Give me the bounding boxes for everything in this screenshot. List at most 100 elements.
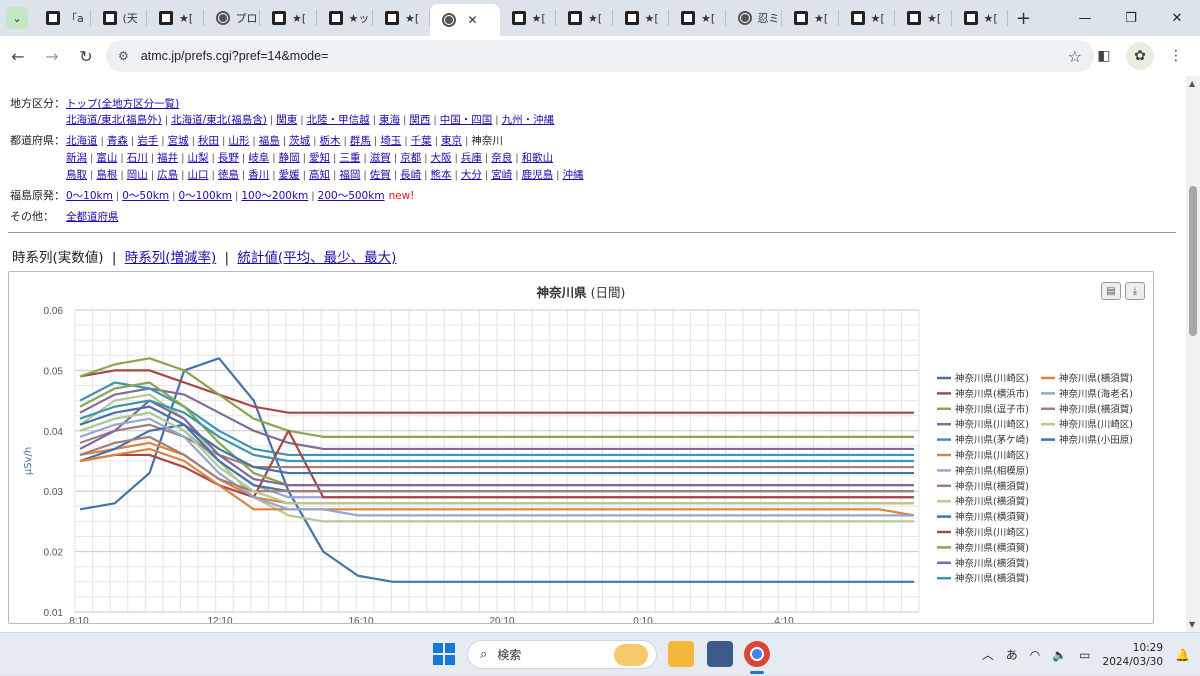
nav-link[interactable]: 茨城	[289, 135, 310, 147]
volume-icon[interactable]: 🔈	[1052, 648, 1067, 662]
nav-link[interactable]: 滋賀	[370, 152, 391, 164]
tab-close-icon[interactable]: ✕	[468, 13, 478, 27]
nav-link[interactable]: トップ(全地方区分一覧)	[66, 98, 179, 110]
legend-item[interactable]: 神奈川県(川崎区)	[955, 527, 1029, 539]
taskbar-search[interactable]: ⌕ 検索	[467, 640, 657, 669]
nav-link[interactable]: 長崎	[400, 169, 421, 181]
browser-tab[interactable]: ★[	[839, 0, 896, 36]
nav-link[interactable]: 和歌山	[522, 152, 554, 164]
nav-link[interactable]: 富山	[96, 152, 117, 164]
nav-link[interactable]: 熊本	[431, 169, 452, 181]
nav-link[interactable]: 関西	[409, 114, 430, 126]
legend-item[interactable]: 神奈川県(川崎区)	[1059, 419, 1133, 431]
new-tab-button[interactable]: +	[1016, 8, 1036, 29]
legend-item[interactable]: 神奈川県(川崎区)	[955, 373, 1029, 385]
nav-link[interactable]: 秋田	[198, 135, 219, 147]
page-scrollbar[interactable]: ▲ ▼	[1186, 76, 1200, 632]
legend-item[interactable]: 神奈川県(横須賀)	[1059, 403, 1133, 415]
nav-link[interactable]: 兵庫	[461, 152, 482, 164]
nav-link[interactable]: 山形	[228, 135, 249, 147]
nav-link[interactable]: 九州・沖縄	[502, 114, 555, 126]
browser-tab[interactable]: ★[	[782, 0, 839, 36]
nav-link[interactable]: 0～50km	[122, 190, 169, 202]
chrome-icon[interactable]	[744, 641, 770, 667]
browser-tab[interactable]: ★[	[147, 0, 204, 36]
nav-link[interactable]: 全都道府県	[66, 211, 119, 223]
browser-tab[interactable]: (天	[91, 0, 148, 36]
print-icon[interactable]: ▤	[1101, 282, 1121, 300]
download-icon[interactable]: ⤓	[1125, 282, 1145, 300]
nav-link[interactable]: 200～500km	[318, 190, 385, 202]
legend-item[interactable]: 神奈川県(逗子市)	[955, 403, 1029, 415]
nav-link[interactable]: 福島	[259, 135, 280, 147]
nav-link[interactable]: 岐阜	[248, 152, 269, 164]
nav-link[interactable]: 栃木	[320, 135, 341, 147]
legend-item[interactable]: 神奈川県(横須賀)	[955, 542, 1029, 554]
browser-tab[interactable]: ★[	[613, 0, 670, 36]
nav-link[interactable]: 三重	[339, 152, 360, 164]
profile-avatar-icon[interactable]: ✿	[1126, 42, 1154, 70]
nav-link[interactable]: 広島	[157, 169, 178, 181]
tab-search-button[interactable]: ⌄	[6, 7, 28, 29]
nav-link[interactable]: 関東	[276, 114, 297, 126]
windows-start-icon[interactable]	[433, 643, 455, 665]
legend-item[interactable]: 神奈川県(茅ケ崎)	[955, 434, 1029, 446]
nav-link[interactable]: 山口	[188, 169, 209, 181]
nav-link[interactable]: 福岡	[339, 169, 360, 181]
minimize-icon[interactable]: —	[1062, 11, 1108, 26]
bookmark-star-icon[interactable]: ☆	[1068, 47, 1082, 66]
nav-link[interactable]: 徳島	[218, 169, 239, 181]
nav-link[interactable]: 北陸・甲信越	[307, 114, 370, 126]
browser-tab[interactable]: ★ッ	[317, 0, 374, 36]
nav-link[interactable]: 東海	[379, 114, 400, 126]
close-icon[interactable]: ✕	[1154, 11, 1200, 26]
legend-item[interactable]: 神奈川県(横須賀)	[955, 496, 1029, 508]
nav-link[interactable]: 鹿児島	[522, 169, 554, 181]
nav-link[interactable]: 0～10km	[66, 190, 113, 202]
nav-link[interactable]: 佐賀	[370, 169, 391, 181]
address-bar[interactable]: ⚙ atmc.jp/prefs.cgi?pref=14&mode= ☆	[106, 40, 1094, 72]
browser-tab[interactable]: ✕	[429, 4, 500, 36]
nav-link[interactable]: 大阪	[431, 152, 452, 164]
forward-icon[interactable]: →	[36, 40, 68, 72]
browser-tab[interactable]: ★[	[556, 0, 613, 36]
site-info-icon[interactable]: ⚙	[118, 49, 129, 63]
nav-link[interactable]: 埼玉	[380, 135, 401, 147]
reload-icon[interactable]: ↻	[70, 40, 102, 72]
notification-bell-icon[interactable]: 🔔	[1175, 648, 1190, 662]
scroll-down-icon[interactable]: ▼	[1189, 620, 1195, 629]
nav-link[interactable]: 群馬	[350, 135, 371, 147]
nav-link[interactable]: 愛知	[309, 152, 330, 164]
nav-link[interactable]: 沖縄	[563, 169, 584, 181]
browser-tab[interactable]: ★[	[260, 0, 317, 36]
nav-link[interactable]: 京都	[400, 152, 421, 164]
nav-link[interactable]: 香川	[248, 169, 269, 181]
mode-link-statistics[interactable]: 統計値(平均、最少、最大)	[237, 250, 396, 266]
legend-item[interactable]: 神奈川県(横須賀)	[955, 557, 1029, 569]
nav-link[interactable]: 長野	[218, 152, 239, 164]
nav-link[interactable]: 北海道/東北(福島含)	[171, 114, 267, 126]
nav-link[interactable]: 100～200km	[241, 190, 308, 202]
menu-icon[interactable]: ⋮	[1162, 42, 1190, 70]
browser-tab[interactable]: ★[	[669, 0, 726, 36]
back-icon[interactable]: ←	[2, 40, 34, 72]
legend-item[interactable]: 神奈川県(横須賀)	[955, 480, 1029, 492]
wifi-icon[interactable]: ◠	[1030, 648, 1040, 662]
legend-item[interactable]: 神奈川県(横須賀)	[955, 511, 1029, 523]
nav-link[interactable]: 千葉	[411, 135, 432, 147]
nav-link[interactable]: 北海道/東北(福島外)	[66, 114, 162, 126]
legend-item[interactable]: 神奈川県(横浜市)	[955, 388, 1029, 400]
browser-tab[interactable]: ★[	[952, 0, 1009, 36]
clock[interactable]: 10:29 2024/03/30	[1103, 641, 1164, 669]
browser-tab[interactable]: ★[	[895, 0, 952, 36]
nav-link[interactable]: 新潟	[66, 152, 87, 164]
nav-link[interactable]: 宮崎	[491, 169, 512, 181]
nav-link[interactable]: 青森	[107, 135, 128, 147]
nav-link[interactable]: 中国・四国	[440, 114, 493, 126]
side-panel-icon[interactable]: ◧	[1090, 42, 1118, 70]
legend-item[interactable]: 神奈川県(相模原)	[955, 465, 1029, 477]
nav-link[interactable]: 岡山	[127, 169, 148, 181]
scroll-thumb[interactable]	[1189, 186, 1197, 336]
mode-link-change-rate[interactable]: 時系列(増減率)	[125, 250, 217, 266]
legend-item[interactable]: 神奈川県(川崎区)	[955, 419, 1029, 431]
